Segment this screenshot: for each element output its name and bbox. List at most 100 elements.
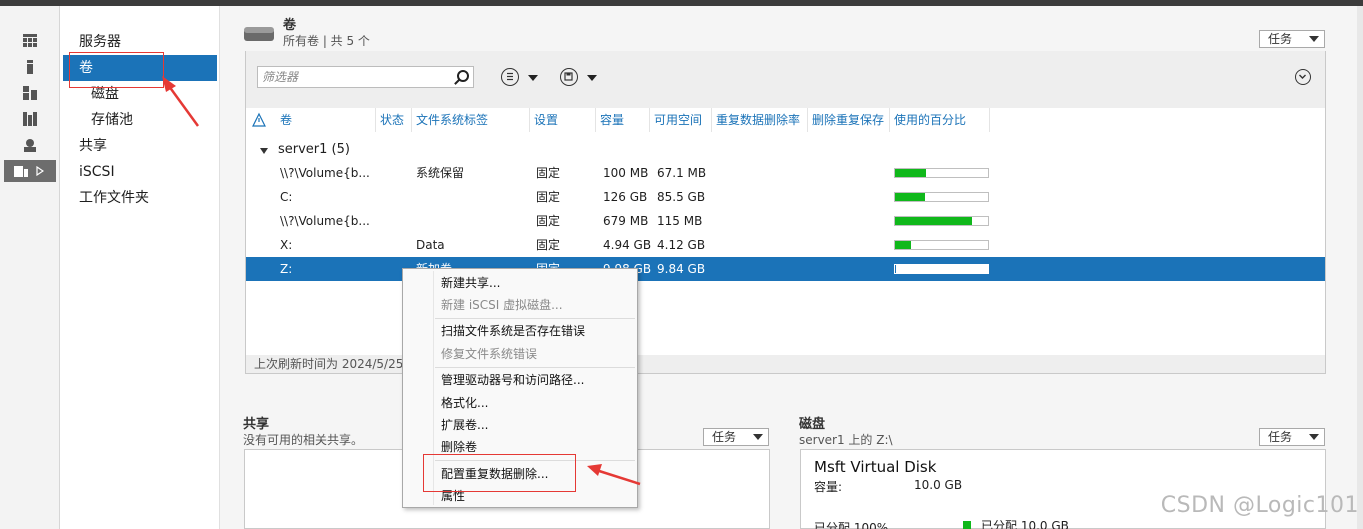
disk-title: 磁盘 xyxy=(799,417,826,432)
dashboard-icon[interactable] xyxy=(4,30,56,52)
filter-input[interactable]: 筛选器 xyxy=(257,66,474,88)
warning-sort-icon[interactable] xyxy=(252,112,266,128)
tasks-label: 任务 xyxy=(1268,430,1293,444)
annotation-box-configure-dedup xyxy=(423,454,576,492)
table-row[interactable]: X: Data 固定 4.94 GB 4.12 GB xyxy=(246,233,1325,257)
annotation-box-volumes xyxy=(69,52,164,88)
volumes-tasks-button[interactable]: 任务 xyxy=(1259,30,1325,48)
column-header-capacity[interactable]: 容量 xyxy=(596,108,650,132)
watermark: CSDN @Logic101 xyxy=(1160,493,1359,518)
volumes-title: 卷 xyxy=(283,18,297,33)
cell-volume: \\?\Volume{b... xyxy=(280,214,370,228)
table-row[interactable]: C: 固定 126 GB 85.5 GB xyxy=(246,185,1325,209)
disk-subtitle: server1 上的 Z:\ xyxy=(799,433,893,447)
save-query-icon[interactable] xyxy=(560,68,578,86)
menu-item-new-iscsi-disk[interactable]: 新建 iSCSI 虚拟磁盘... xyxy=(441,295,563,315)
cell-fs-label: 系统保留 xyxy=(416,166,465,180)
chevron-down-icon xyxy=(1309,434,1319,440)
all-servers-icon[interactable] xyxy=(4,82,56,104)
cell-volume: Z: xyxy=(280,262,293,276)
menu-item-new-share[interactable]: 新建共享... xyxy=(441,273,500,293)
usage-bar xyxy=(894,240,989,250)
annotation-arrow-configure-dedup xyxy=(587,464,641,486)
sidebar-item-iscsi[interactable]: iSCSI xyxy=(63,159,217,185)
iis-icon[interactable] xyxy=(4,134,56,156)
cell-volume: C: xyxy=(280,190,293,204)
cell-setting: 固定 xyxy=(536,214,561,228)
usage-bar xyxy=(894,192,989,202)
usage-bar-fill xyxy=(895,169,926,177)
cell-capacity: 679 MB xyxy=(603,214,649,228)
cell-fs-label: Data xyxy=(416,238,445,252)
cell-setting: 固定 xyxy=(536,190,561,204)
tasks-label: 任务 xyxy=(712,430,737,444)
disk-allocated-percent: 已分配 100% xyxy=(814,521,889,529)
disk-allocated-legend: 已分配 10.0 GB xyxy=(981,519,1069,529)
usage-bar xyxy=(894,216,989,226)
cell-volume: \\?\Volume{b... xyxy=(280,166,370,180)
shares-title: 共享 xyxy=(243,417,270,432)
volume-drive-icon xyxy=(244,27,274,41)
table-row[interactable]: \\?\Volume{b... 系统保留 固定 100 MB 67.1 MB xyxy=(246,161,1325,185)
chevron-down-icon xyxy=(753,434,763,440)
usage-bar-fill xyxy=(895,241,911,249)
disk-name: Msft Virtual Disk xyxy=(814,458,937,476)
cell-capacity: 126 GB xyxy=(603,190,648,204)
list-options-icon[interactable] xyxy=(501,68,519,86)
local-server-icon[interactable] xyxy=(4,56,56,78)
vertical-scrollbar[interactable] xyxy=(1357,6,1363,529)
filter-placeholder: 筛选器 xyxy=(262,70,299,84)
group-row-server1[interactable]: server1 (5) xyxy=(246,139,1325,161)
sidebar-item-work-folders[interactable]: 工作文件夹 xyxy=(63,185,217,211)
menu-item-format[interactable]: 格式化... xyxy=(441,393,488,413)
expand-icon[interactable] xyxy=(1295,69,1311,85)
group-label: server1 (5) xyxy=(278,142,350,157)
disk-tasks-button[interactable]: 任务 xyxy=(1259,428,1325,446)
menu-item-manage-drive-letter[interactable]: 管理驱动器号和访问路径... xyxy=(441,370,584,390)
cell-volume: X: xyxy=(280,238,293,252)
usage-bar xyxy=(894,168,989,178)
column-header-setting[interactable]: 设置 xyxy=(530,108,596,132)
chevron-down-icon xyxy=(1309,36,1319,42)
sidebar-item-shares[interactable]: 共享 xyxy=(63,133,217,159)
column-header-volume[interactable]: 卷 xyxy=(276,108,376,132)
column-header-percent-used[interactable]: 使用的百分比 xyxy=(890,108,990,132)
cell-free-space: 115 MB xyxy=(657,214,703,228)
shares-subtitle: 没有可用的相关共享。 xyxy=(243,433,364,447)
chevron-down-icon[interactable] xyxy=(528,75,538,81)
menu-separator xyxy=(435,318,635,319)
chevron-down-icon[interactable] xyxy=(587,75,597,81)
column-header-status[interactable]: 状态 xyxy=(376,108,412,132)
usage-bar-fill xyxy=(895,217,973,225)
column-header-dedup-savings[interactable]: 删除重复保存 xyxy=(808,108,890,132)
usage-bar xyxy=(894,264,989,274)
menu-item-scan-fs-errors[interactable]: 扫描文件系统是否存在错误 xyxy=(441,321,585,341)
roles-icon[interactable] xyxy=(4,108,56,130)
cell-setting: 固定 xyxy=(536,166,561,180)
column-header-dedup-rate[interactable]: 重复数据删除率 xyxy=(712,108,808,132)
menu-item-extend-volume[interactable]: 扩展卷... xyxy=(441,415,488,435)
collapse-triangle-icon[interactable] xyxy=(260,147,268,154)
chevron-right-icon xyxy=(36,166,44,176)
cell-free-space: 4.12 GB xyxy=(657,238,706,252)
disk-capacity-value: 10.0 GB xyxy=(914,478,963,492)
usage-bar-fill xyxy=(895,265,896,273)
search-icon[interactable] xyxy=(457,70,469,82)
cell-free-space: 85.5 GB xyxy=(657,190,706,204)
volumes-subtitle: 所有卷 | 共 5 个 xyxy=(283,34,370,48)
shares-tasks-button[interactable]: 任务 xyxy=(703,428,769,446)
cell-setting: 固定 xyxy=(536,238,561,252)
allocated-legend-swatch xyxy=(963,521,971,529)
table-row[interactable]: \\?\Volume{b... 固定 679 MB 115 MB xyxy=(246,209,1325,233)
tasks-label: 任务 xyxy=(1268,32,1293,46)
cell-free-space: 67.1 MB xyxy=(657,166,707,180)
column-header-free-space[interactable]: 可用空间 xyxy=(650,108,712,132)
menu-separator xyxy=(435,367,635,368)
column-header-fs-label[interactable]: 文件系统标签 xyxy=(412,108,530,132)
cell-capacity: 100 MB xyxy=(603,166,649,180)
filter-bar: 筛选器 xyxy=(245,51,1326,108)
menu-item-repair-fs-errors[interactable]: 修复文件系统错误 xyxy=(441,344,537,364)
annotation-arrow-volumes xyxy=(162,76,200,127)
file-storage-services-icon[interactable] xyxy=(4,160,56,182)
usage-bar-fill xyxy=(895,193,925,201)
